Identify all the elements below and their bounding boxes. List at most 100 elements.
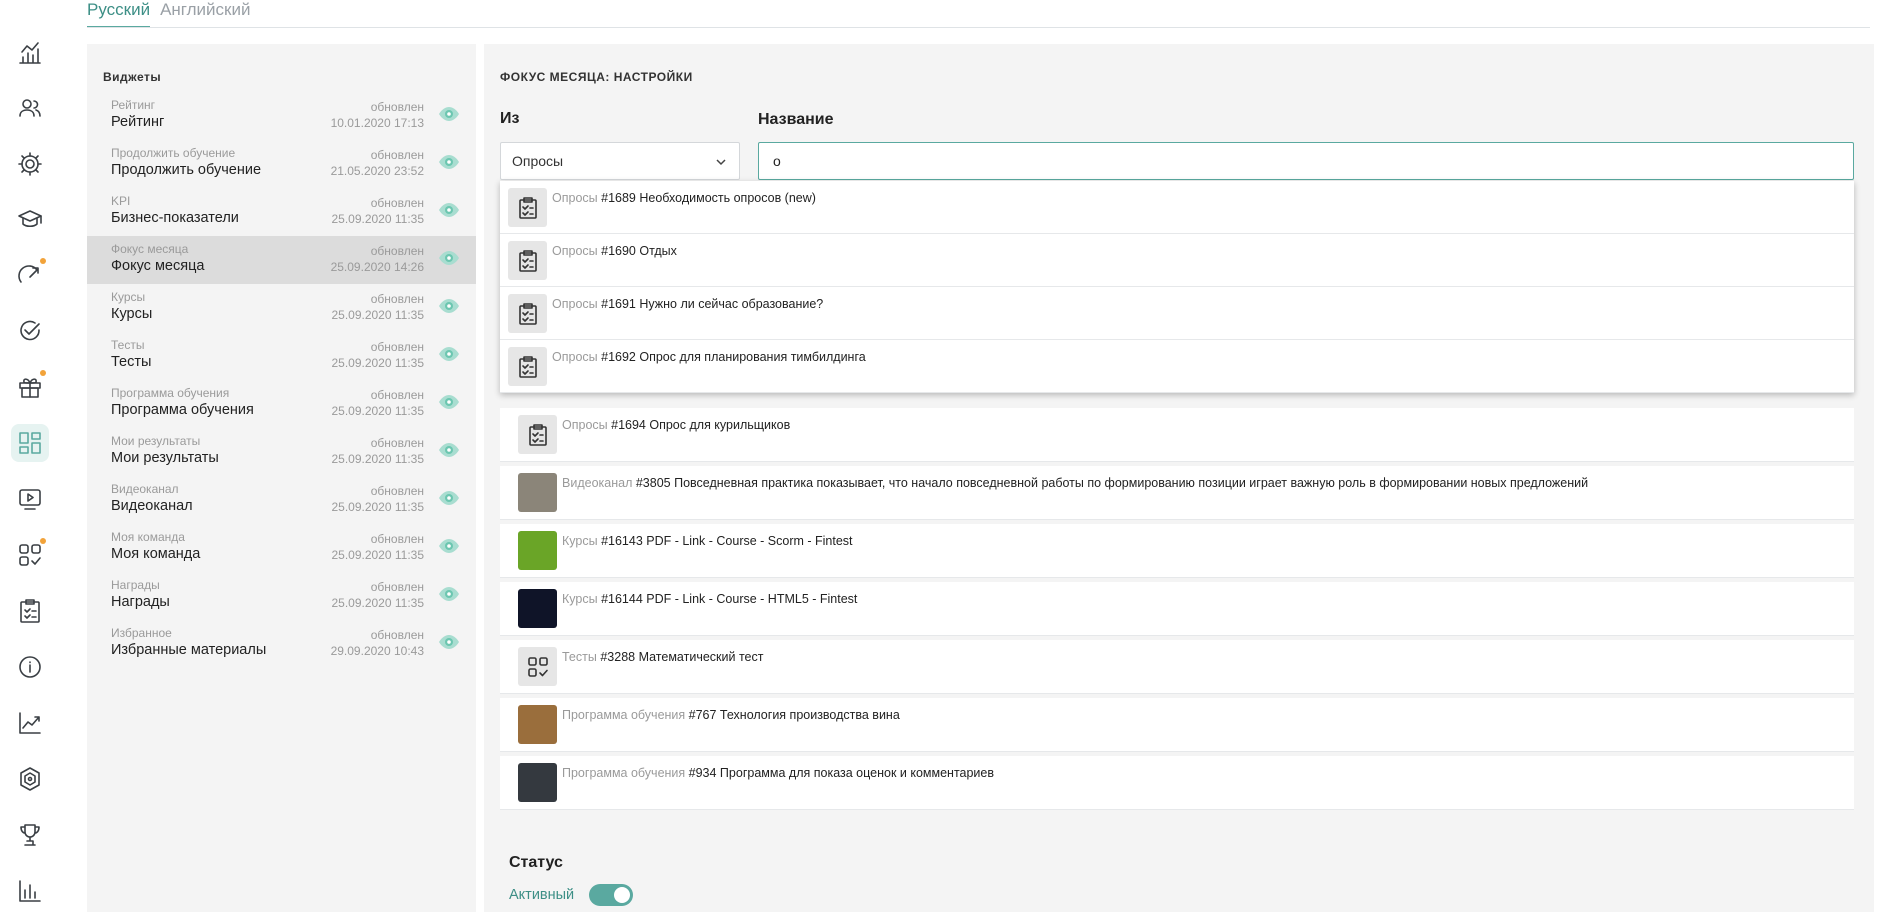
widget-item[interactable]: Фокус месяца Фокус месяца обновлен 25.09.20… bbox=[87, 236, 476, 284]
clipboard-icon bbox=[508, 188, 547, 227]
source-select[interactable]: Опросы bbox=[500, 142, 740, 180]
tab-english[interactable]: Английский bbox=[160, 0, 250, 28]
widget-updated-date: 25.09.2020 11:35 bbox=[331, 404, 424, 418]
eye-icon[interactable] bbox=[438, 346, 460, 362]
source-select-value: Опросы bbox=[512, 153, 564, 169]
apps-check-icon[interactable] bbox=[11, 536, 49, 574]
result-item[interactable]: Опросы #1694 Опрос для курильщиков bbox=[500, 408, 1854, 462]
eye-icon[interactable] bbox=[438, 298, 460, 314]
gauge-icon[interactable] bbox=[11, 256, 49, 294]
dropdown-option[interactable]: Опросы #1692 Опрос для планирования тимб… bbox=[500, 340, 1854, 393]
widget-name: Мои результаты bbox=[111, 450, 219, 466]
widget-type: KPI bbox=[111, 194, 131, 208]
widget-item[interactable]: Награды Награды обновлен 25.09.2020 11:35 bbox=[87, 572, 476, 620]
widget-item[interactable]: Избранное Избранные материалы обновлен 29.0… bbox=[87, 620, 476, 668]
widget-updated-date: 29.09.2020 10:43 bbox=[330, 644, 424, 658]
graduation-cap-icon[interactable] bbox=[11, 200, 49, 238]
dropdown-option[interactable]: Опросы #1691 Нужно ли сейчас образование… bbox=[500, 287, 1854, 340]
hexagon-icon[interactable] bbox=[11, 760, 49, 798]
widget-updated-date: 25.09.2020 11:35 bbox=[331, 596, 424, 610]
eye-icon[interactable] bbox=[438, 442, 460, 458]
widget-updated-date: 25.09.2020 11:35 bbox=[331, 548, 424, 562]
info-icon[interactable] bbox=[11, 648, 49, 686]
widget-name: Курсы bbox=[111, 306, 153, 322]
result-item[interactable]: Видеоканал #3805 Повседневная практика п… bbox=[500, 466, 1854, 520]
widget-item[interactable]: KPI Бизнес-показатели обновлен 25.09.2020 1… bbox=[87, 188, 476, 236]
name-input[interactable] bbox=[758, 142, 1854, 180]
widget-type: Программа обучения bbox=[111, 386, 230, 400]
chevron-down-icon bbox=[716, 159, 726, 166]
result-text: Видеоканал #3805 Повседневная практика п… bbox=[562, 476, 1588, 490]
analytics-icon[interactable] bbox=[11, 34, 49, 72]
widget-updated-label: обновлен bbox=[370, 628, 424, 642]
widget-item[interactable]: Видеоканал Видеоканал обновлен 25.09.2020 1… bbox=[87, 476, 476, 524]
eye-icon[interactable] bbox=[438, 538, 460, 554]
video-icon[interactable] bbox=[11, 480, 49, 518]
result-title: #3805 Повседневная практика показывает, … bbox=[635, 476, 1589, 490]
gift-icon[interactable] bbox=[11, 368, 49, 406]
check-circle-icon[interactable] bbox=[11, 312, 49, 350]
widget-name: Программа обучения bbox=[111, 402, 254, 418]
result-item[interactable]: Тесты #3288 Математический тест bbox=[500, 640, 1854, 694]
dropdown-option[interactable]: Опросы #1690 Отдых bbox=[500, 234, 1854, 287]
widget-type: Курсы bbox=[111, 290, 146, 304]
result-item[interactable]: Курсы #16144 PDF - Link - Course - HTML5… bbox=[500, 582, 1854, 636]
result-thumbnail bbox=[518, 589, 557, 628]
option-text: Опросы #1690 Отдых bbox=[552, 244, 677, 258]
eye-icon[interactable] bbox=[438, 154, 460, 170]
widget-updated-label: обновлен bbox=[370, 244, 424, 258]
result-text: Курсы #16143 PDF - Link - Course - Scorm… bbox=[562, 534, 853, 548]
name-label: Название bbox=[758, 111, 834, 128]
widget-updated-date: 25.09.2020 11:35 bbox=[331, 500, 424, 514]
widget-item[interactable]: Моя команда Моя команда обновлен 25.09.2020… bbox=[87, 524, 476, 572]
result-item[interactable]: Курсы #16143 PDF - Link - Course - Scorm… bbox=[500, 524, 1854, 578]
status-title: Статус bbox=[509, 854, 563, 871]
widget-name: Видеоканал bbox=[111, 498, 193, 514]
result-title: #1694 Опрос для курильщиков bbox=[611, 418, 791, 432]
gear-icon[interactable] bbox=[11, 145, 49, 183]
result-text: Опросы #1694 Опрос для курильщиков bbox=[562, 418, 790, 432]
clipboard-icon bbox=[508, 241, 547, 280]
widgets-title: Виджеты bbox=[103, 70, 162, 84]
eye-icon[interactable] bbox=[438, 202, 460, 218]
widget-name: Рейтинг bbox=[111, 114, 165, 130]
users-icon[interactable] bbox=[11, 89, 49, 127]
widgets-icon[interactable] bbox=[11, 424, 49, 462]
result-text: Программа обучения #934 Программа для по… bbox=[562, 766, 994, 780]
result-thumbnail bbox=[518, 473, 557, 512]
widget-updated-date: 25.09.2020 11:35 bbox=[331, 452, 424, 466]
eye-icon[interactable] bbox=[438, 106, 460, 122]
widget-name: Тесты bbox=[111, 354, 152, 370]
widget-name: Бизнес-показатели bbox=[111, 210, 239, 226]
widget-updated-date: 25.09.2020 14:26 bbox=[330, 260, 424, 274]
widget-item[interactable]: Курсы Курсы обновлен 25.09.2020 11:35 bbox=[87, 284, 476, 332]
widget-updated-label: обновлен bbox=[370, 532, 424, 546]
option-text: Опросы #1691 Нужно ли сейчас образование… bbox=[552, 297, 823, 311]
clipboard-icon bbox=[508, 294, 547, 333]
bar-chart-icon[interactable] bbox=[11, 872, 49, 910]
eye-icon[interactable] bbox=[438, 586, 460, 602]
eye-icon[interactable] bbox=[438, 634, 460, 650]
widget-item[interactable]: Программа обучения Программа обучения обно… bbox=[87, 380, 476, 428]
eye-icon[interactable] bbox=[438, 490, 460, 506]
eye-icon[interactable] bbox=[438, 250, 460, 266]
status-toggle[interactable] bbox=[589, 884, 633, 906]
trend-icon[interactable] bbox=[11, 704, 49, 742]
widget-item[interactable]: Тесты Тесты обновлен 25.09.2020 11:35 bbox=[87, 332, 476, 380]
widget-type: Фокус месяца bbox=[111, 242, 189, 256]
result-item[interactable]: Программа обучения #767 Технология произ… bbox=[500, 698, 1854, 752]
clipboard-icon[interactable] bbox=[11, 592, 49, 630]
result-title: #3288 Математический тест bbox=[600, 650, 764, 664]
from-label: Из bbox=[500, 110, 520, 127]
widget-item[interactable]: Продолжить обучение Продолжить обучение об… bbox=[87, 140, 476, 188]
trophy-icon[interactable] bbox=[11, 816, 49, 854]
clipboard-icon bbox=[518, 415, 557, 454]
eye-icon[interactable] bbox=[438, 394, 460, 410]
dropdown-option[interactable]: Опросы #1689 Необходимость опросов (new) bbox=[500, 181, 1854, 234]
option-text: Опросы #1689 Необходимость опросов (new) bbox=[552, 191, 816, 205]
widget-item[interactable]: Рейтинг Рейтинг обновлен 10.01.2020 17:13 bbox=[87, 92, 476, 140]
widget-item[interactable]: Мои результаты Мои результаты обновлен 25.0… bbox=[87, 428, 476, 476]
toggle-knob bbox=[614, 887, 630, 903]
tab-russian[interactable]: Русский bbox=[87, 0, 151, 28]
result-item[interactable]: Программа обучения #934 Программа для по… bbox=[500, 756, 1854, 810]
